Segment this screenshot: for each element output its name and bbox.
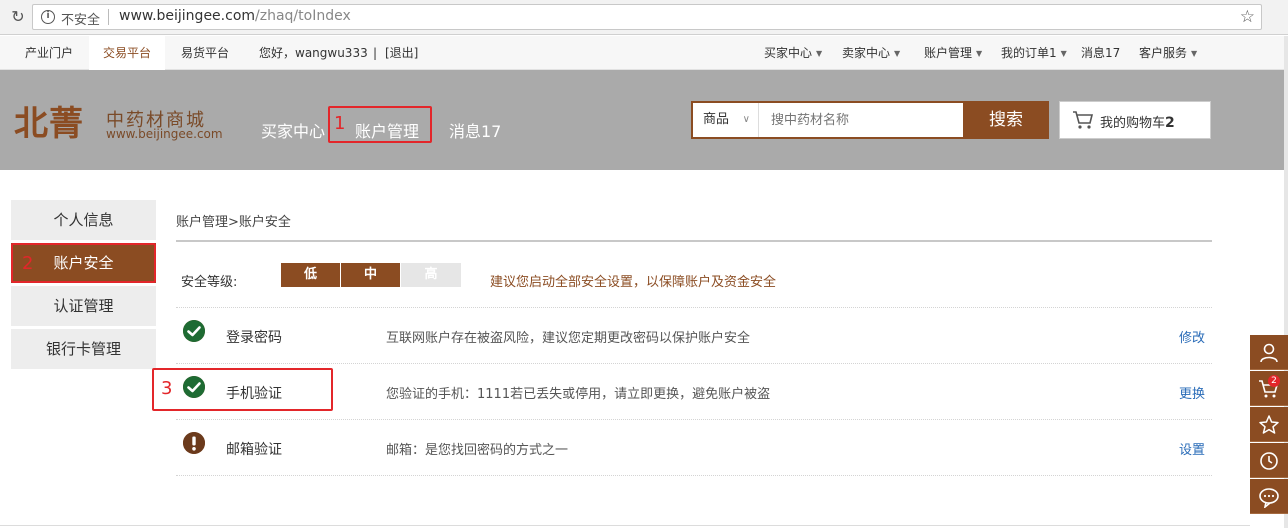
- topbar-menu-seller-label: 卖家中心: [842, 46, 891, 60]
- site-header: 北菁 中药材商城 www.beijingee.com 买家中心 账户管理 消息1…: [0, 70, 1288, 170]
- annotation-number-1: 1: [334, 113, 346, 134]
- float-history-button[interactable]: [1250, 443, 1288, 478]
- security-level-note: 建议您启动全部安全设置，以保障账户及资金安全: [490, 275, 777, 290]
- row-desc-phone-verification: 您验证的手机：1111若已丢失或停用，请立即更换，避免账户被盗: [386, 387, 771, 402]
- logout-link[interactable]: [退出]: [385, 36, 418, 70]
- change-phone-link[interactable]: 更换: [1179, 383, 1205, 402]
- cart-label-text: 我的购物车: [1100, 116, 1166, 131]
- row-desc-email-verification: 邮箱：是您找回密码的方式之一: [386, 443, 569, 458]
- reload-icon[interactable]: ↻: [8, 7, 28, 27]
- security-level-high: 高: [401, 263, 461, 287]
- site-topbar: 产业门户 交易平台 易货平台 您好，wangwu333 | [退出] 买家中心 ▼…: [0, 36, 1288, 70]
- modify-password-link[interactable]: 修改: [1179, 327, 1205, 346]
- chevron-down-icon: ▼: [976, 49, 983, 58]
- cart-label: 我的购物车2: [1100, 112, 1175, 131]
- page-bottom-divider: [0, 525, 1250, 526]
- topbar-menu-buyer-label: 买家中心: [764, 46, 813, 60]
- info-icon[interactable]: i: [41, 10, 55, 24]
- url-text[interactable]: www.beijingee.com/zhaq/toIndex: [119, 8, 351, 24]
- security-level-label: 安全等级:: [181, 275, 238, 290]
- star-icon: [1259, 415, 1279, 434]
- search-box: 商品 ∨ 搜索: [691, 101, 1049, 139]
- row-desc-login-password: 互联网账户存在被盗风险，建议您定期更改密码以保护账户安全: [386, 331, 751, 346]
- topbar-menu-account[interactable]: 账户管理 ▼: [924, 36, 982, 70]
- sidebar-item-certification[interactable]: 认证管理: [11, 286, 156, 326]
- annotation-number-3: 3: [161, 378, 173, 399]
- exclamation-icon: [183, 432, 205, 454]
- chevron-down-icon: ▼: [1060, 49, 1067, 58]
- chevron-down-icon: ▼: [894, 49, 901, 58]
- shopping-cart-icon: [1073, 111, 1094, 129]
- topbar-menu-service[interactable]: 客户服务 ▼: [1139, 36, 1197, 70]
- user-greeting: 您好，wangwu333: [259, 46, 368, 60]
- float-user-button[interactable]: [1250, 335, 1288, 370]
- topbar-menu-service-label: 客户服务: [1139, 46, 1188, 60]
- url-path: /zhaq/toIndex: [255, 8, 351, 24]
- topbar-link-industry[interactable]: 产业门户: [25, 36, 73, 70]
- topbar-separator: |: [373, 46, 378, 60]
- sidebar-item-bank-cards[interactable]: 银行卡管理: [11, 329, 156, 369]
- nav-buyer-center[interactable]: 买家中心: [261, 118, 325, 142]
- topbar-link-trading[interactable]: 交易平台: [89, 36, 166, 70]
- row-name-email-verification: 邮箱验证: [226, 442, 282, 458]
- logo-url: www.beijingee.com: [106, 127, 223, 141]
- address-divider: [108, 9, 109, 25]
- logo-mark[interactable]: 北菁: [14, 96, 84, 145]
- annotation-number-2: 2: [22, 253, 34, 274]
- user-icon: [1260, 343, 1278, 363]
- topbar-messages[interactable]: 消息17: [1081, 36, 1120, 70]
- breadcrumb: 账户管理>账户安全: [176, 215, 291, 230]
- search-category-value: 商品: [703, 112, 730, 127]
- cart-count: 2: [1165, 115, 1175, 131]
- history-icon: [1260, 452, 1278, 470]
- cart-button[interactable]: 我的购物车2: [1059, 101, 1211, 139]
- check-icon: [183, 320, 205, 342]
- float-cart-badge: 2: [1268, 375, 1280, 387]
- topbar-menu-buyer[interactable]: 买家中心 ▼: [764, 36, 822, 70]
- browser-toolbar: ↻ i 不安全 www.beijingee.com/zhaq/toIndex ☆: [0, 0, 1288, 35]
- float-favorite-button[interactable]: [1250, 407, 1288, 442]
- breadcrumb-divider: [176, 240, 1212, 242]
- float-chat-button[interactable]: [1250, 479, 1288, 514]
- search-input[interactable]: [761, 103, 961, 137]
- topbar-link-barter[interactable]: 易货平台: [181, 36, 229, 70]
- row-divider: [176, 363, 1212, 364]
- nav-messages[interactable]: 消息17: [449, 118, 501, 142]
- topbar-menu-orders-label: 我的订单1: [1001, 46, 1057, 60]
- security-level-medium: 中: [341, 263, 400, 287]
- sidebar-item-personal-info[interactable]: 个人信息: [11, 200, 156, 240]
- url-host: www.beijingee.com: [119, 8, 256, 24]
- search-button[interactable]: 搜索: [963, 101, 1049, 139]
- set-email-link[interactable]: 设置: [1179, 439, 1205, 458]
- security-label: 不安全: [61, 13, 101, 28]
- address-bar[interactable]: i 不安全 www.beijingee.com/zhaq/toIndex ☆: [32, 4, 1262, 30]
- topbar-menu-orders[interactable]: 我的订单1 ▼: [1001, 36, 1067, 70]
- chevron-down-icon: ∨: [742, 114, 750, 125]
- annotation-box-3: [152, 368, 333, 411]
- row-divider: [176, 419, 1212, 420]
- chevron-down-icon: ▼: [1191, 49, 1198, 58]
- float-cart-button[interactable]: 2: [1250, 371, 1288, 406]
- security-level-low: 低: [281, 263, 340, 287]
- topbar-menu-account-label: 账户管理: [924, 46, 973, 60]
- row-name-login-password: 登录密码: [226, 330, 282, 346]
- chevron-down-icon: ▼: [816, 49, 823, 58]
- bookmark-star-icon[interactable]: ☆: [1240, 7, 1255, 27]
- row-divider: [176, 475, 1212, 476]
- search-category-select[interactable]: 商品 ∨: [693, 103, 759, 137]
- topbar-menu-seller[interactable]: 卖家中心 ▼: [842, 36, 900, 70]
- chat-icon: [1259, 488, 1279, 508]
- row-divider: [176, 307, 1212, 308]
